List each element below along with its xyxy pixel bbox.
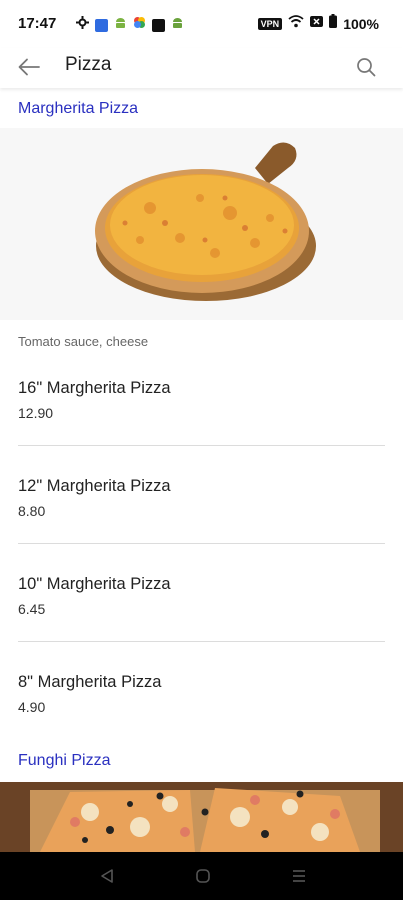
notification-icons: [76, 16, 184, 34]
back-button[interactable]: [14, 52, 44, 82]
menu-item[interactable]: 10" Margherita Pizza 6.45: [18, 544, 385, 642]
status-bar: 17:47 VPN 100%: [0, 0, 403, 48]
settings-icon: [76, 16, 89, 34]
nav-recents-icon: [293, 870, 305, 882]
photos-icon: [133, 16, 146, 34]
item-price: 12.90: [18, 405, 54, 421]
item-name: 12" Margherita Pizza: [18, 477, 171, 495]
wifi-icon: [288, 14, 304, 33]
menu-item[interactable]: 16" Margherita Pizza 12.90: [18, 348, 385, 446]
margherita-pizza-image: [0, 128, 403, 320]
vpn-icon: VPN: [257, 17, 283, 30]
item-price: 4.90: [18, 699, 46, 715]
status-time: 17:47: [18, 15, 57, 32]
nav-home-icon: [196, 869, 210, 883]
section-description: Tomato sauce, cheese: [18, 334, 149, 349]
navigation-bar: [0, 852, 403, 900]
x-icon: [310, 15, 324, 33]
item-name: 10" Margherita Pizza: [18, 575, 171, 593]
android-icon: [114, 16, 127, 34]
battery-percent: 100%: [343, 15, 379, 32]
search-button[interactable]: [351, 52, 381, 82]
section-title-funghi: Funghi Pizza: [18, 752, 111, 769]
item-price: 8.80: [18, 503, 46, 519]
nav-back-icon: [101, 869, 113, 883]
nav-recents-button[interactable]: [286, 864, 312, 888]
item-price: 6.45: [18, 601, 46, 617]
menu-item[interactable]: 8" Margherita Pizza 4.90: [18, 642, 385, 740]
search-icon: [357, 58, 376, 77]
menu-item[interactable]: 12" Margherita Pizza 8.80: [18, 446, 385, 544]
item-name: 8" Margherita Pizza: [18, 673, 162, 691]
nav-back-button[interactable]: [94, 864, 120, 888]
app-bar: Pizza: [0, 48, 403, 88]
system-icons: VPN 100%: [257, 14, 379, 33]
app-icon: [95, 18, 108, 32]
back-arrow-icon: [18, 58, 40, 76]
item-name: 16" Margherita Pizza: [18, 379, 171, 397]
section-title-margherita: Margherita Pizza: [18, 100, 139, 117]
square-icon: [152, 18, 165, 32]
battery-icon: [329, 14, 338, 33]
android-icon: [171, 16, 184, 34]
funghi-pizza-image: [0, 782, 403, 852]
nav-home-button[interactable]: [190, 864, 216, 888]
page-title: Pizza: [65, 54, 112, 75]
